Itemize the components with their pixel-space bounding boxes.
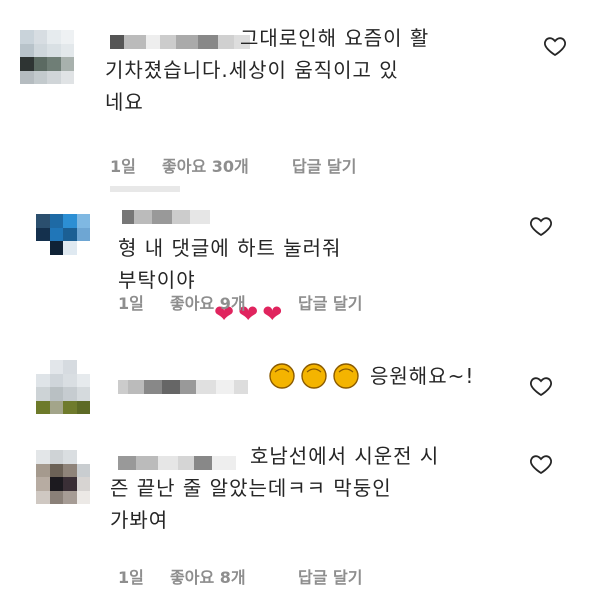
comment-3: 응원해요~!	[0, 340, 600, 430]
comment-text: 응원해요~!	[370, 364, 475, 388]
reply-button[interactable]: 답글 달기	[292, 153, 356, 177]
like-heart-icon[interactable]	[542, 34, 568, 58]
like-heart-icon[interactable]	[528, 374, 554, 398]
comment-text: 호남선에서 시운전 시 즌 끝난 줄 알았는데ㅋㅋ 막둥인 가봐여	[110, 444, 440, 532]
like-heart-icon[interactable]	[528, 214, 554, 238]
reply-button[interactable]: 답글 달기	[298, 564, 362, 588]
comment-time: 1일	[110, 157, 136, 176]
comment-text: 그대로인해 요즘이 활 기차졌습니다.세상이 움직이고 있 네요	[105, 26, 430, 114]
comment-time: 1일	[118, 294, 144, 313]
comment-meta: 1일 좋아요 30개 답글 달기	[110, 153, 356, 177]
comment-meta: 1일 좋아요 9개 답글 달기	[118, 290, 362, 314]
comment-time: 1일	[118, 568, 144, 587]
comment-meta: 1일 좋아요 8개 답글 달기	[118, 564, 362, 588]
username-blurred[interactable]	[118, 378, 248, 396]
avatar[interactable]	[20, 30, 74, 84]
comment-likes[interactable]: 좋아요 9개	[170, 290, 298, 314]
avatar[interactable]	[36, 450, 90, 504]
comment-2: 형 내 댓글에 하트 눌러줘 부탁이야 ❤❤❤ 1일 좋아요 9개 답글 달기	[0, 190, 600, 328]
comment-text-body: 형 내 댓글에 하트 눌러줘 부탁이야	[118, 236, 342, 292]
avatar[interactable]	[36, 360, 90, 414]
comment-likes[interactable]: 좋아요 8개	[170, 564, 298, 588]
like-heart-icon[interactable]	[528, 452, 554, 476]
comment-likes[interactable]: 좋아요 30개	[162, 153, 292, 177]
reply-button[interactable]: 답글 달기	[298, 290, 362, 314]
clapping-hands-icon	[269, 363, 359, 389]
avatar[interactable]	[36, 214, 90, 268]
comment-1: 그대로인해 요즘이 활 기차졌습니다.세상이 움직이고 있 네요 1일 좋아요 …	[0, 0, 600, 192]
comment-4: 호남선에서 시운전 시 즌 끝난 줄 알았는데ㅋㅋ 막둥인 가봐여 1일 좋아요…	[0, 430, 600, 600]
